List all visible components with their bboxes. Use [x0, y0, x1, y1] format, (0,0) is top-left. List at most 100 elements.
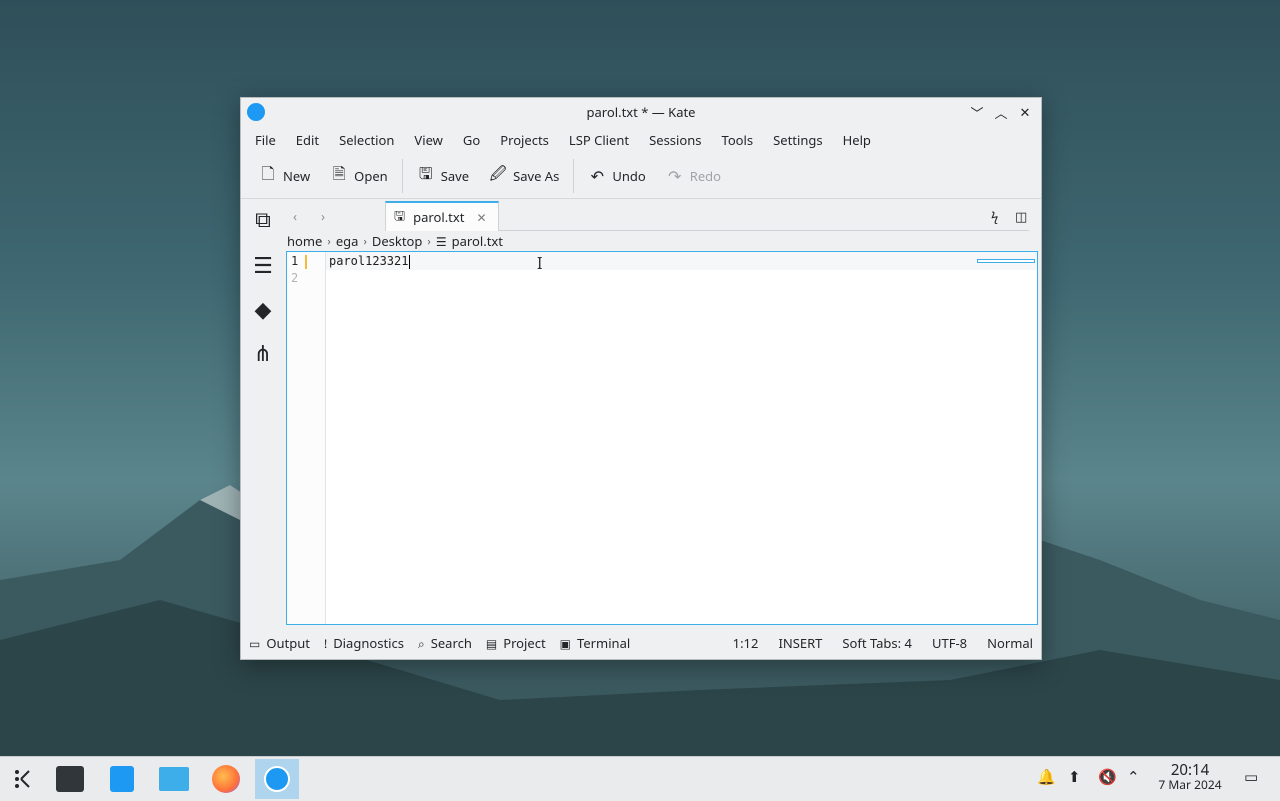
syntax-mode[interactable]: Normal [987, 634, 1033, 652]
output-panel-button[interactable]: ▭ Output [249, 634, 310, 652]
tab-label: parol.txt [413, 208, 465, 226]
minimize-icon[interactable]: ﹀ [967, 102, 987, 122]
forward-icon[interactable]: › [321, 207, 325, 225]
breadcrumb-home[interactable]: home [287, 232, 322, 250]
terminal-label: Terminal [577, 634, 631, 652]
documents-icon[interactable]: ⧉ [249, 204, 277, 234]
undo-icon: ↶ [590, 165, 605, 187]
system-settings-icon[interactable] [48, 759, 92, 799]
modified-line-marker [305, 255, 307, 269]
toolbar-separator [401, 159, 403, 193]
kate-app-icon[interactable] [247, 103, 265, 121]
tab-bar: ‹ › 🖫 parol.txt ✕ ϟ ◫ [285, 201, 1040, 231]
menu-settings[interactable]: Settings [763, 131, 832, 149]
discover-store-icon[interactable] [100, 759, 144, 799]
kate-window: parol.txt * — Kate ﹀ ︿ ✕ File Edit Selec… [240, 97, 1042, 660]
line-number-gutter: 1 2 [287, 252, 326, 624]
menu-tools[interactable]: Tools [712, 131, 764, 149]
redo-label: Redo [689, 167, 722, 185]
save-as-label: Save As [513, 167, 560, 185]
search-icon: ⌕ [417, 634, 425, 652]
menu-edit[interactable]: Edit [286, 131, 329, 149]
save-icon: 🖫 [418, 162, 433, 184]
text-caret [409, 254, 411, 269]
menu-view[interactable]: View [404, 131, 452, 149]
breadcrumb-file[interactable]: parol.txt [452, 232, 503, 250]
line-number: 1 [291, 254, 299, 268]
encoding[interactable]: UTF-8 [932, 634, 967, 652]
maximize-icon[interactable]: ︿ [991, 102, 1011, 122]
new-label: New [283, 167, 311, 185]
left-sidebar: ⧉ ☰ ◆ ⋔ [241, 199, 285, 629]
updates-icon[interactable]: ⬆ [1068, 767, 1081, 787]
new-document-icon: 🗋 [261, 162, 275, 184]
clock-date: 7 Mar 2024 [1158, 776, 1222, 793]
open-button[interactable]: 🗎 Open [320, 160, 398, 192]
current-line-highlight [326, 252, 1037, 270]
notifications-icon[interactable]: 🔔 [1037, 767, 1056, 787]
project-icon: ▤ [485, 634, 498, 652]
undo-label: Undo [612, 167, 646, 185]
breadcrumb-desktop[interactable]: Desktop [372, 232, 423, 250]
show-desktop-icon[interactable]: ▭ [1244, 767, 1258, 787]
save-as-icon: 🖉 [489, 162, 507, 184]
chevron-right-icon: › [327, 233, 331, 249]
tab-parol-txt[interactable]: 🖫 parol.txt ✕ [385, 201, 499, 231]
input-mode[interactable]: INSERT [778, 634, 822, 652]
diagnostics-panel-button[interactable]: ! Diagnostics [324, 634, 404, 652]
redo-button[interactable]: ↷ Redo [656, 160, 731, 192]
firefox-icon[interactable] [204, 759, 248, 799]
volume-muted-icon[interactable]: 🔇 [1098, 767, 1117, 787]
menu-lsp-client[interactable]: LSP Client [559, 131, 639, 149]
menu-go[interactable]: Go [453, 131, 490, 149]
main-toolbar: 🗋 New 🗎 Open 🖫 Save 🖉 Save As ↶ Undo ↷ R… [241, 154, 1041, 199]
scrollbar-minimap[interactable] [977, 259, 1035, 263]
save-button[interactable]: 🖫 Save [407, 160, 479, 192]
digital-clock[interactable]: 20:14 7 Mar 2024 [1150, 762, 1230, 792]
project-tree-icon[interactable]: ⋔ [249, 338, 277, 368]
new-button[interactable]: 🗋 New [249, 160, 320, 192]
menu-help[interactable]: Help [833, 131, 881, 149]
search-panel-button[interactable]: ⌕ Search [418, 634, 472, 652]
menu-projects[interactable]: Projects [490, 131, 559, 149]
chevron-up-icon[interactable]: ⌃ [1127, 767, 1140, 787]
taskbar: 🔔 ⬆ 🔇 ⌃ 20:14 7 Mar 2024 ▭ [0, 756, 1280, 801]
terminal-panel-button[interactable]: ▣ Terminal [560, 634, 631, 652]
open-document-icon: 🗎 [332, 162, 346, 184]
git-icon[interactable]: ◆ [249, 294, 277, 324]
open-label: Open [354, 167, 388, 185]
kate-taskbar-icon[interactable] [255, 759, 299, 799]
status-bar: ▭ Output ! Diagnostics ⌕ Search ▤ Projec… [241, 629, 1041, 657]
indentation-setting[interactable]: Soft Tabs: 4 [842, 634, 912, 652]
text-editor[interactable]: 1 2 parol123321 I [286, 251, 1038, 625]
save-label: Save [440, 167, 470, 185]
title-bar[interactable]: parol.txt * — Kate ﹀ ︿ ✕ [241, 98, 1041, 126]
close-icon[interactable]: ✕ [1015, 102, 1035, 122]
cursor-position[interactable]: 1:12 [733, 634, 759, 652]
redo-icon: ↷ [668, 165, 682, 187]
undo-button[interactable]: ↶ Undo [578, 160, 655, 192]
split-view-icon[interactable]: ◫ [1015, 207, 1027, 225]
diagnostics-label: Diagnostics [333, 634, 404, 652]
menu-sessions[interactable]: Sessions [639, 131, 711, 149]
editor-line-1[interactable]: parol123321 [329, 254, 411, 269]
file-manager-icon[interactable] [152, 759, 196, 799]
breadcrumb-ega[interactable]: ega [336, 232, 359, 250]
project-panel-button[interactable]: ▤ Project [486, 634, 546, 652]
diagnostics-icon: ! [323, 634, 328, 652]
save-as-button[interactable]: 🖉 Save As [479, 160, 569, 192]
save-icon: 🖫 [394, 205, 406, 224]
editor-text: parol123321 [329, 254, 409, 268]
output-icon: ▭ [249, 634, 261, 652]
menu-selection[interactable]: Selection [329, 131, 404, 149]
tab-baseline [499, 230, 1029, 231]
quick-open-icon[interactable]: ϟ [991, 207, 998, 225]
close-tab-icon[interactable]: ✕ [476, 209, 486, 226]
app-launcher-icon[interactable] [0, 759, 44, 799]
menu-file[interactable]: File [245, 131, 286, 149]
line-number: 2 [291, 271, 299, 285]
back-icon[interactable]: ‹ [293, 207, 297, 225]
breadcrumb: home › ega › Desktop › ☰ parol.txt [287, 232, 503, 250]
symbols-list-icon[interactable]: ☰ [249, 250, 277, 280]
window-title: parol.txt * — Kate [586, 103, 696, 121]
